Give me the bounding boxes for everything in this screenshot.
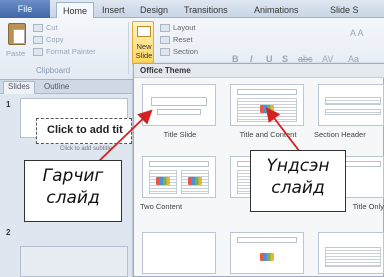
layout-title-bar <box>151 97 207 106</box>
layout-title-bar <box>149 161 209 167</box>
content-placeholder-icon <box>156 177 170 185</box>
cut-icon[interactable] <box>33 24 43 32</box>
layout-button[interactable]: Layout <box>173 23 196 32</box>
slide-thumbnail-2[interactable] <box>20 246 128 277</box>
grow-font-button[interactable]: A A <box>350 28 364 38</box>
cut-button[interactable]: Cut <box>46 23 58 32</box>
copy-icon[interactable] <box>33 36 43 44</box>
tab-transitions[interactable]: Transitions <box>184 3 228 18</box>
layout-row3-b[interactable] <box>230 232 304 274</box>
layout-caption: Title Only <box>352 202 384 211</box>
paste-icon[interactable] <box>8 23 26 45</box>
ribbon-tab-bar: File Home Insert Design Transitions Anim… <box>0 0 384 19</box>
ribbon-separator <box>128 22 129 74</box>
tab-slides[interactable]: Slides <box>3 81 35 94</box>
format-painter-icon[interactable] <box>33 48 43 56</box>
callout-title-slide: Гарчиг слайд <box>24 160 122 222</box>
slide-number-2: 2 <box>6 228 11 237</box>
tab-animations[interactable]: Animations <box>254 3 299 18</box>
tab-slide-show[interactable]: Slide S <box>330 3 359 18</box>
slides-panel-tabs: Slides Outline <box>0 80 132 94</box>
layout-text-bar <box>325 109 381 115</box>
layout-row3-c[interactable] <box>318 232 384 274</box>
layout-title-bar <box>237 89 297 95</box>
layout-icon[interactable] <box>160 24 170 32</box>
section-button[interactable]: Section <box>173 47 198 56</box>
tab-outline[interactable]: Outline <box>44 82 69 91</box>
format-painter-button[interactable]: Format Painter <box>46 47 96 56</box>
new-slide-button[interactable]: New Slide <box>132 21 154 65</box>
layout-row3-a[interactable] <box>142 232 216 274</box>
content-placeholder-icon <box>188 177 202 185</box>
callout-main-line2: слайд <box>271 178 325 198</box>
reset-button[interactable]: Reset <box>173 35 193 44</box>
layout-title-slide[interactable] <box>142 84 216 126</box>
layout-content-area <box>325 247 381 267</box>
layout-caption: Two Content <box>140 202 183 211</box>
layout-title-and-content[interactable] <box>230 84 304 126</box>
new-slide-label: New Slide <box>135 42 153 60</box>
layout-subtitle-bar <box>157 109 201 115</box>
slide-number-1: 1 <box>6 100 11 109</box>
title-placeholder[interactable]: Click to add tit <box>36 118 132 144</box>
clipboard-group-label: Clipboard <box>36 66 71 75</box>
paste-button-label[interactable]: Paste <box>6 49 25 58</box>
tab-file[interactable]: File <box>0 0 50 18</box>
gallery-header: Office Theme <box>134 64 384 78</box>
content-placeholder-icon <box>260 253 274 261</box>
callout-main-line1: Үндсэн <box>266 156 330 176</box>
layout-two-content[interactable] <box>142 156 216 198</box>
layout-caption: Section Header <box>314 130 366 139</box>
reset-icon[interactable] <box>160 36 170 44</box>
layout-caption: Title Slide <box>163 130 197 139</box>
layout-caption: Title and Content <box>239 130 297 139</box>
tab-home[interactable]: Home <box>56 2 95 19</box>
subtitle-placeholder[interactable]: Click to add subtitle <box>40 146 132 158</box>
content-placeholder-icon <box>260 105 274 113</box>
layout-title-bar <box>325 97 381 105</box>
tab-insert[interactable]: Insert <box>102 3 125 18</box>
powerpoint-window: File Home Insert Design Transitions Anim… <box>0 0 384 277</box>
layout-title-bar <box>237 237 297 243</box>
copy-button[interactable]: Copy <box>46 35 64 44</box>
callout-main-slide: Үндсэн слайд <box>250 150 346 212</box>
callout-title-line1: Гарчиг <box>42 166 104 186</box>
section-icon[interactable] <box>160 48 170 56</box>
new-slide-icon <box>137 26 151 37</box>
callout-title-line2: слайд <box>46 188 100 208</box>
tab-design[interactable]: Design <box>140 3 168 18</box>
layout-section-header[interactable] <box>318 84 384 126</box>
